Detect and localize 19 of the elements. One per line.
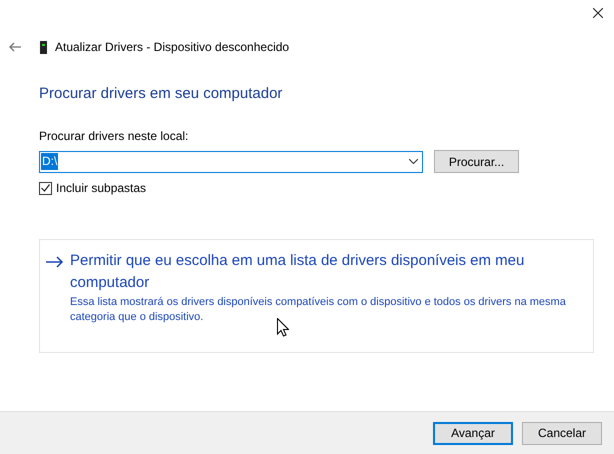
dropdown-caret-icon[interactable] <box>409 159 418 164</box>
window-title: Atualizar Drivers - Dispositivo desconhecido <box>55 40 290 54</box>
mouse-pointer-icon <box>277 318 289 337</box>
device-icon <box>40 40 47 54</box>
browse-button[interactable]: Procurar... <box>434 150 519 173</box>
field-label: Procurar drivers neste local: <box>39 129 190 143</box>
page-heading: Procurar drivers em seu computador <box>39 85 284 102</box>
next-button[interactable]: Avançar <box>433 422 513 444</box>
option-title[interactable]: Permitir que eu escolha em uma lista de drivers disponíveis em meu computador <box>70 250 585 294</box>
close-icon[interactable] <box>593 8 603 18</box>
option-card[interactable] <box>39 239 594 353</box>
back-arrow-icon[interactable] <box>9 42 21 52</box>
path-value: D:\ <box>41 153 58 170</box>
cancel-button[interactable]: Cancelar <box>522 422 602 444</box>
path-combo-box[interactable]: D:\ <box>39 150 423 172</box>
checkbox[interactable] <box>39 182 52 194</box>
option-description: Essa lista mostrará os drivers disponíveis compatíveis com o dispositivo e todos os drivers na mesma categoria que o dispositivo. <box>70 295 567 325</box>
checkbox-label: Incluir subpastas <box>56 181 146 195</box>
arrow-icon <box>46 256 64 268</box>
